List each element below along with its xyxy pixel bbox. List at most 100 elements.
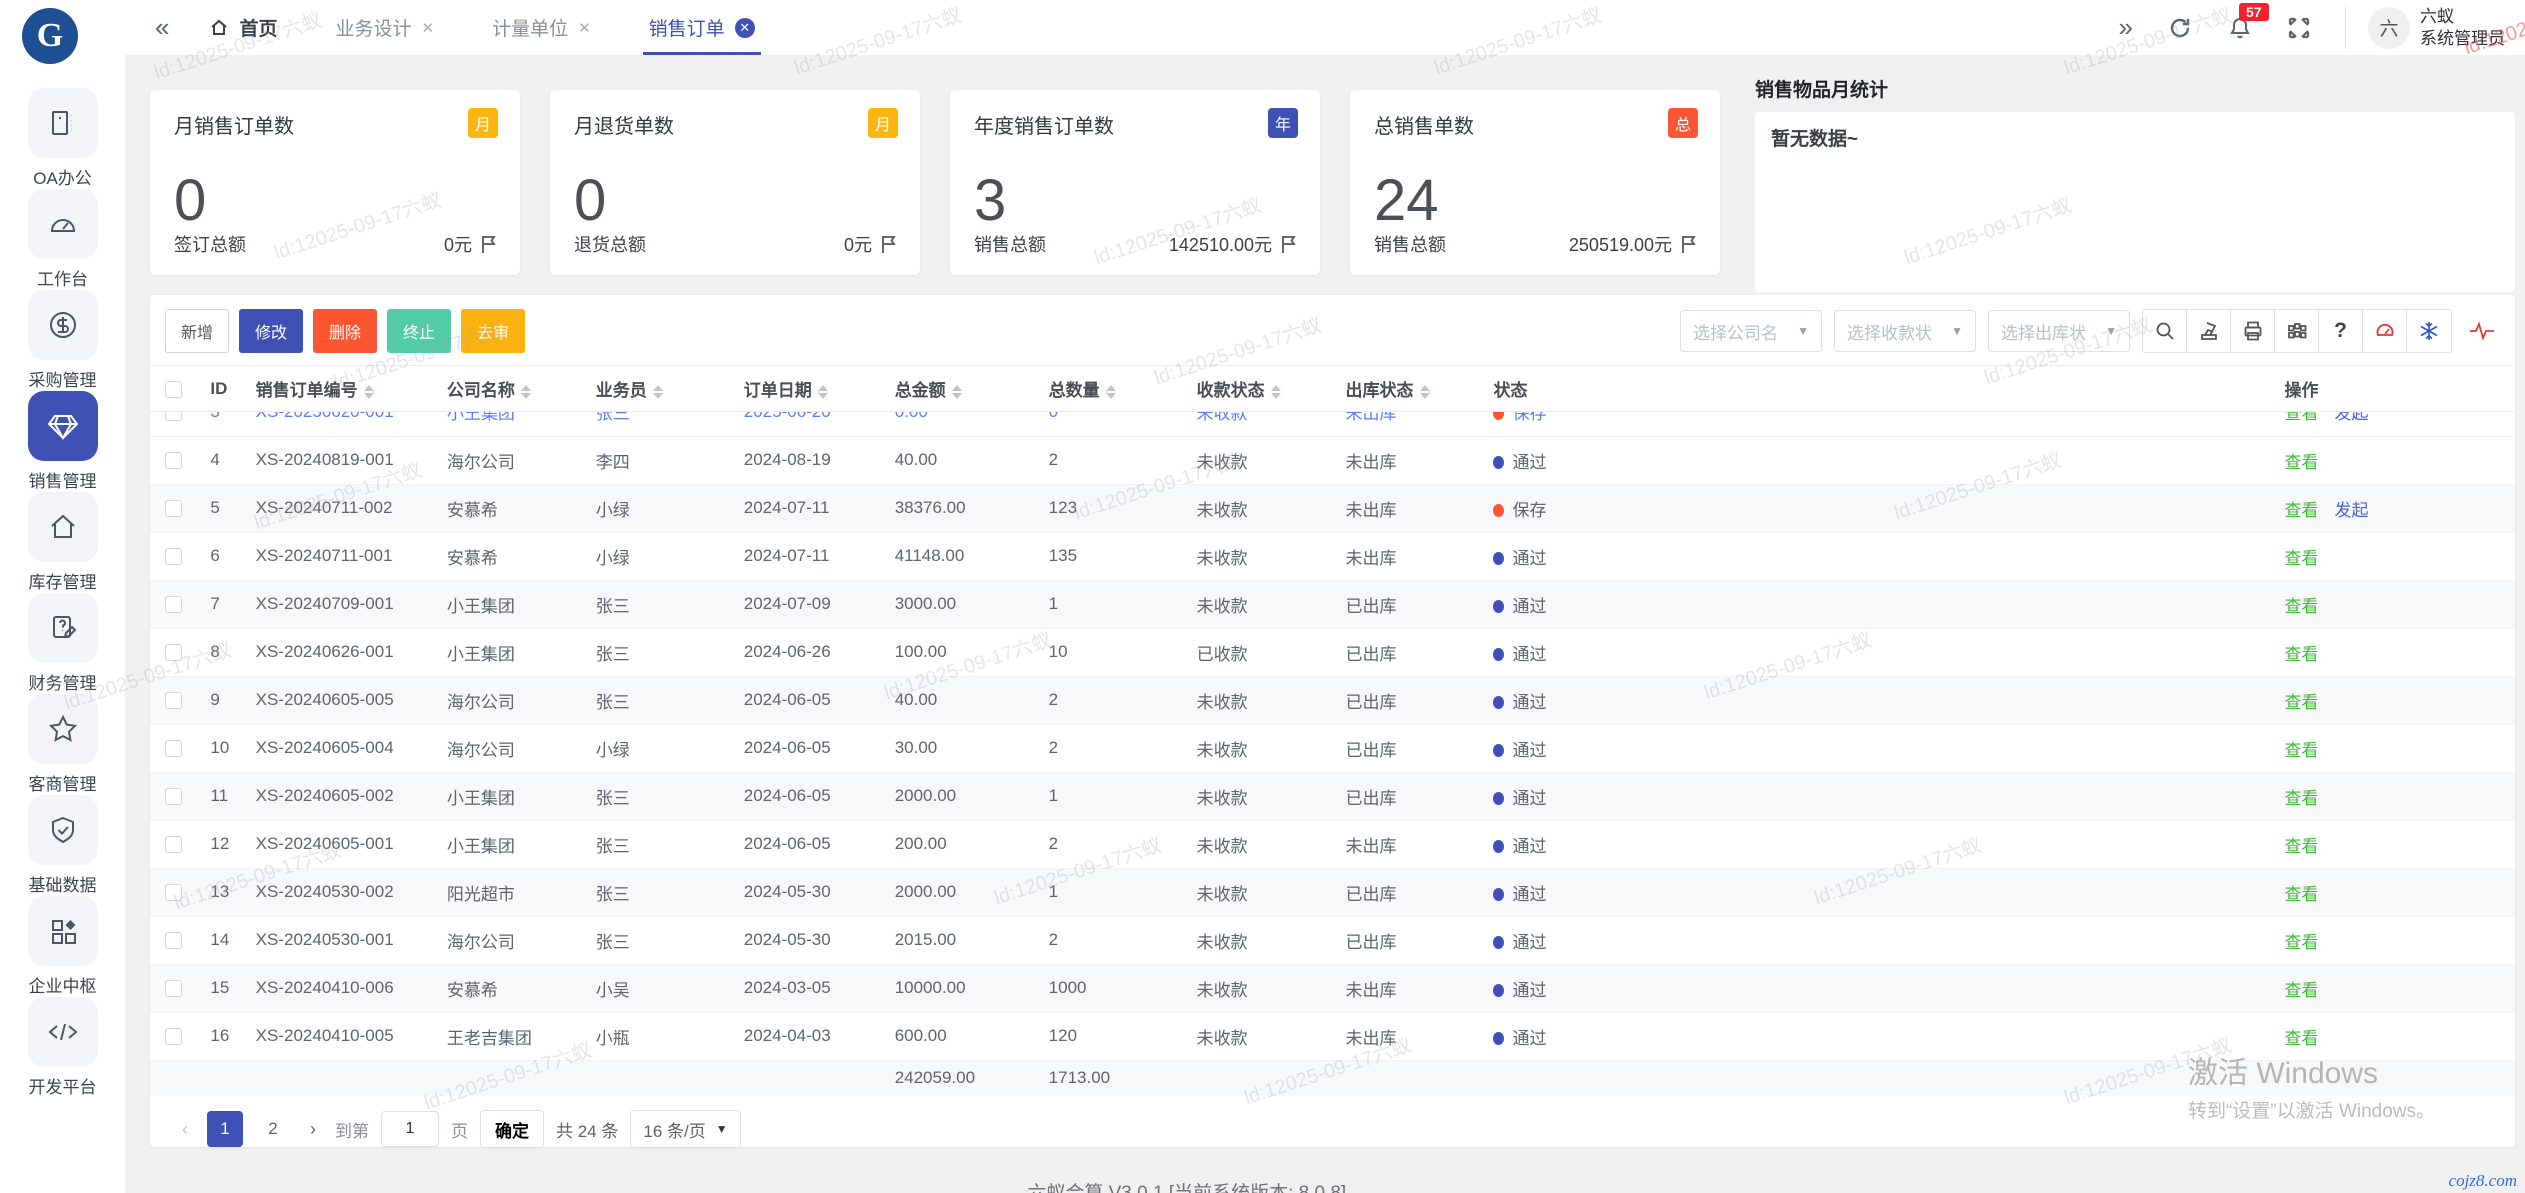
view-link[interactable]: 查看: [2284, 597, 2318, 616]
tab-measure-unit[interactable]: 计量单位 ✕: [492, 0, 591, 55]
table-row[interactable]: 14XS-20240530-001海尔公司张三2024-05-302015.00…: [150, 916, 2515, 964]
row-checkbox[interactable]: [165, 596, 182, 613]
sidebar-item-devplatform[interactable]: 开发平台: [0, 997, 125, 1098]
refresh-icon[interactable]: [2167, 15, 2193, 41]
sidebar-item-inventory[interactable]: 库存管理: [0, 492, 125, 593]
sidebar-item-sales[interactable]: 销售管理: [0, 391, 125, 492]
help-icon[interactable]: ?: [2319, 310, 2363, 352]
sidebar-item-oa[interactable]: OA办公: [0, 88, 125, 189]
row-checkbox[interactable]: [165, 692, 182, 709]
table-row[interactable]: 12XS-20240605-001小王集团张三2024-06-05200.002…: [150, 820, 2515, 868]
expand-tabs-icon[interactable]: »: [2119, 12, 2133, 43]
pulse-monitor-icon[interactable]: [2464, 310, 2500, 352]
sort-icon[interactable]: [364, 385, 374, 399]
sidebar-item-basedata[interactable]: 基础数据: [0, 795, 125, 896]
company-filter-select[interactable]: 选择公司名▼: [1680, 310, 1822, 352]
stockout-status-filter-select[interactable]: 选择出库状▼: [1988, 310, 2130, 352]
table-row[interactable]: 10XS-20240605-004海尔公司小绿2024-06-0530.002未…: [150, 724, 2515, 772]
columns-setting-icon[interactable]: [2275, 310, 2319, 352]
table-row[interactable]: 15XS-20240410-006安慕希小吴2024-03-0510000.00…: [150, 964, 2515, 1012]
dashboard-gauge-icon[interactable]: [2363, 310, 2407, 352]
prev-page-icon[interactable]: ‹: [175, 1119, 195, 1140]
site-link[interactable]: cojz8.com: [2449, 1171, 2517, 1191]
table-row[interactable]: 6XS-20240711-001安慕希小绿2024-07-1141148.001…: [150, 532, 2515, 580]
row-checkbox[interactable]: [165, 980, 182, 997]
column-header-company[interactable]: 公司名称: [447, 366, 596, 412]
column-header-qty[interactable]: 总数量: [1049, 366, 1197, 412]
sort-icon[interactable]: [653, 385, 663, 399]
row-checkbox[interactable]: [165, 644, 182, 661]
table-row[interactable]: 13XS-20240530-002阳光超市张三2024-05-302000.00…: [150, 868, 2515, 916]
add-button[interactable]: 新增: [165, 309, 229, 353]
close-tab-icon[interactable]: ✕: [578, 19, 591, 37]
page-size-select[interactable]: 16 条/页 ▼: [630, 1110, 740, 1148]
view-link[interactable]: 查看: [2284, 1029, 2318, 1048]
app-logo[interactable]: G: [22, 8, 78, 64]
view-link[interactable]: 查看: [2284, 501, 2318, 520]
table-row[interactable]: 16XS-20240410-005王老吉集团小瓶2024-04-03600.00…: [150, 1012, 2515, 1060]
view-link[interactable]: 查看: [2284, 981, 2318, 1000]
table-row[interactable]: 5XS-20240711-002安慕希小绿2024-07-1138376.001…: [150, 484, 2515, 532]
sidebar-item-purchase[interactable]: 采购管理: [0, 290, 125, 391]
table-row[interactable]: 9XS-20240605-005海尔公司张三2024-06-0540.002未收…: [150, 676, 2515, 724]
sort-icon[interactable]: [952, 385, 962, 399]
table-row[interactable]: 4XS-20240819-001海尔公司李四2024-08-1940.002未收…: [150, 436, 2515, 484]
tab-home[interactable]: 首页: [209, 0, 277, 55]
page-2-button[interactable]: 2: [255, 1111, 291, 1147]
view-link[interactable]: 查看: [2284, 412, 2318, 423]
column-header-pay_status[interactable]: 收款状态: [1197, 366, 1346, 412]
column-header-amount[interactable]: 总金额: [895, 366, 1049, 412]
view-link[interactable]: 查看: [2284, 549, 2318, 568]
payment-status-filter-select[interactable]: 选择收款状▼: [1834, 310, 1976, 352]
view-link[interactable]: 查看: [2284, 837, 2318, 856]
column-header-date[interactable]: 订单日期: [744, 366, 895, 412]
close-tab-icon[interactable]: ✕: [422, 19, 435, 37]
collapse-tabs-icon[interactable]: «: [155, 12, 169, 43]
sort-icon[interactable]: [818, 385, 828, 399]
sort-icon[interactable]: [1106, 385, 1116, 399]
user-menu[interactable]: 六 六蚁 系统管理员: [2345, 6, 2505, 49]
table-row[interactable]: 3XS-20250620-001小王集团张三2025-06-200.000未收款…: [150, 412, 2515, 436]
delete-button[interactable]: 删除: [313, 309, 377, 353]
row-checkbox[interactable]: [165, 1028, 182, 1045]
search-icon[interactable]: [2143, 310, 2187, 352]
column-header-order_no[interactable]: 销售订单编号: [256, 366, 447, 412]
select-all-checkbox[interactable]: [165, 381, 182, 398]
view-link[interactable]: 查看: [2284, 693, 2318, 712]
sidebar-item-workbench[interactable]: 工作台: [0, 189, 125, 290]
tab-sales-order[interactable]: 销售订单 ✕: [649, 0, 755, 55]
snowflake-icon[interactable]: [2407, 310, 2451, 352]
unaudit-button[interactable]: 去审: [461, 309, 525, 353]
view-link[interactable]: 查看: [2284, 933, 2318, 952]
printer-icon[interactable]: [2231, 310, 2275, 352]
initiate-link[interactable]: 发起: [2334, 501, 2368, 520]
table-row[interactable]: 8XS-20240626-001小王集团张三2024-06-26100.0010…: [150, 628, 2515, 676]
row-checkbox[interactable]: [165, 740, 182, 757]
goto-page-input[interactable]: [381, 1111, 439, 1147]
sort-icon[interactable]: [1271, 385, 1281, 399]
sidebar-item-finance[interactable]: 财务管理: [0, 593, 125, 694]
sort-icon[interactable]: [521, 385, 531, 399]
view-link[interactable]: 查看: [2284, 789, 2318, 808]
table-row[interactable]: 11XS-20240605-002小王集团张三2024-06-052000.00…: [150, 772, 2515, 820]
row-checkbox[interactable]: [165, 452, 182, 469]
row-checkbox[interactable]: [165, 932, 182, 949]
row-checkbox[interactable]: [165, 884, 182, 901]
sidebar-item-customers[interactable]: 客商管理: [0, 694, 125, 795]
column-header-salesman[interactable]: 业务员: [596, 366, 744, 412]
view-link[interactable]: 查看: [2284, 453, 2318, 472]
next-page-icon[interactable]: ›: [303, 1119, 323, 1140]
column-header-stock_status[interactable]: 出库状态: [1346, 366, 1494, 412]
view-link[interactable]: 查看: [2284, 741, 2318, 760]
fullscreen-icon[interactable]: [2287, 16, 2311, 40]
row-checkbox[interactable]: [165, 548, 182, 565]
sort-icon[interactable]: [1420, 385, 1430, 399]
goto-confirm-button[interactable]: 确定: [480, 1110, 544, 1148]
close-tab-icon[interactable]: ✕: [735, 18, 755, 38]
edit-button[interactable]: 修改: [239, 309, 303, 353]
tab-business-design[interactable]: 业务设计 ✕: [335, 0, 434, 55]
row-checkbox[interactable]: [165, 500, 182, 517]
row-checkbox[interactable]: [165, 412, 182, 421]
sidebar-item-enterprise[interactable]: 企业中枢: [0, 896, 125, 997]
table-row[interactable]: 7XS-20240709-001小王集团张三2024-07-093000.001…: [150, 580, 2515, 628]
